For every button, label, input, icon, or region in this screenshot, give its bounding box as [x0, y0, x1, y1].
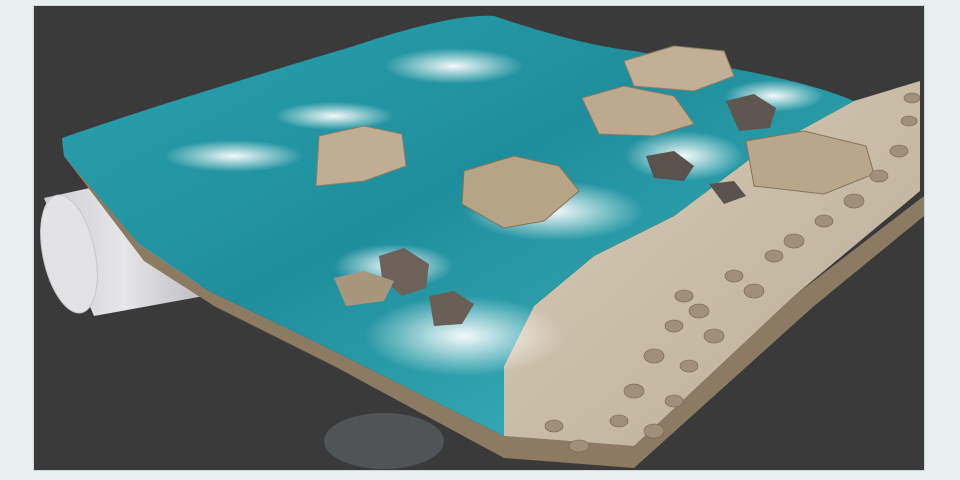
mesh-artifact [324, 413, 444, 469]
terrain-scene [40, 15, 924, 469]
3d-viewport[interactable] [34, 6, 924, 470]
